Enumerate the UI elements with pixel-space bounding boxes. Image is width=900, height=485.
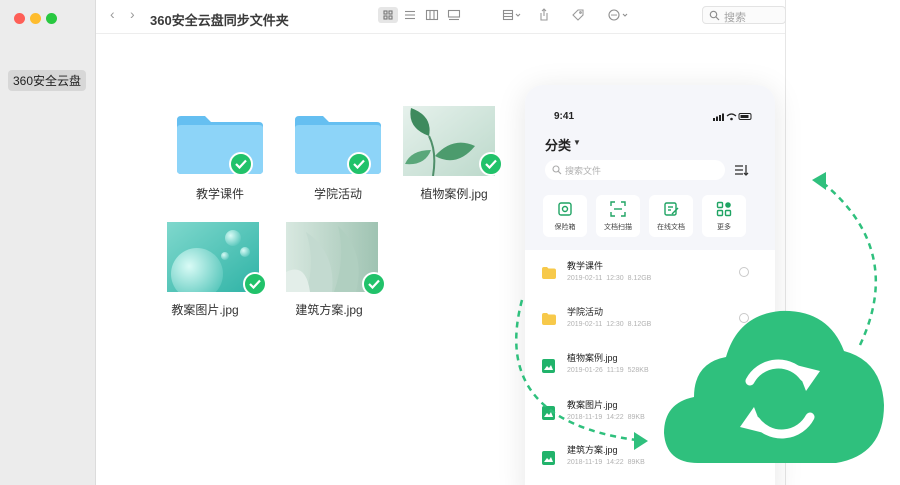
cloud-sync-icon (664, 310, 884, 463)
